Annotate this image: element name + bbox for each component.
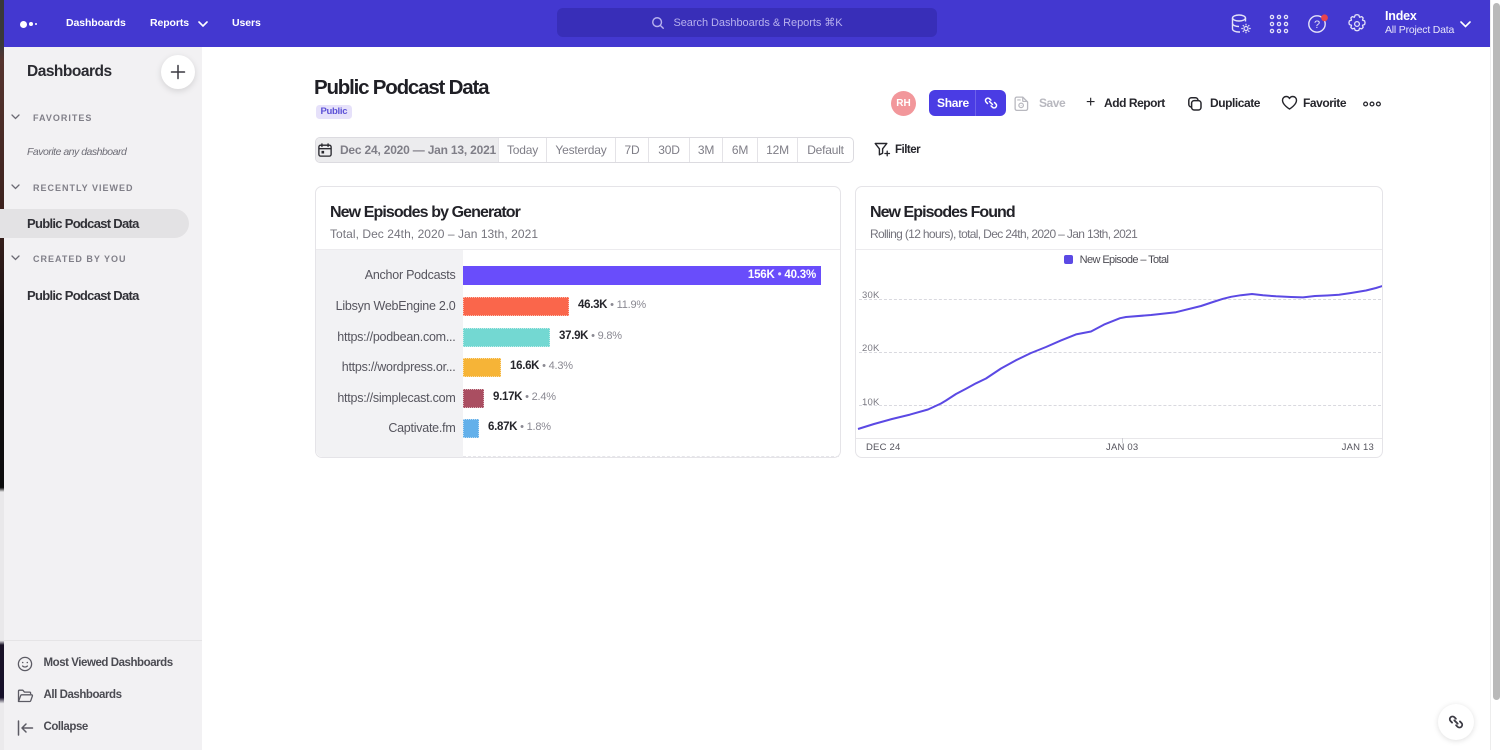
svg-text:?: ? <box>1314 19 1320 31</box>
